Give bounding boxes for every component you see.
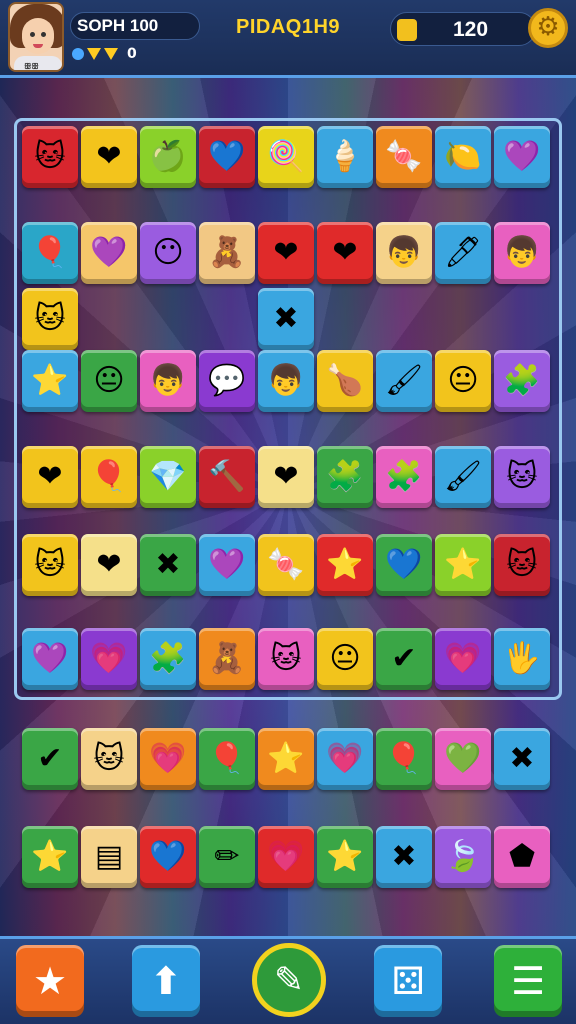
game-tile[interactable]: 💎 xyxy=(140,446,196,508)
game-tile[interactable]: 💚 xyxy=(435,728,491,790)
dice-button[interactable]: ⚄ xyxy=(374,945,442,1017)
game-tile[interactable]: ⭐ xyxy=(317,826,373,888)
game-tile[interactable]: ⬟ xyxy=(494,826,550,888)
avatar[interactable]: ꕥꕥ xyxy=(8,2,64,72)
star-button[interactable]: ★ xyxy=(16,945,84,1017)
game-tile[interactable]: 🧸 xyxy=(199,628,255,690)
game-tile[interactable]: 🍋 xyxy=(435,126,491,188)
game-tile[interactable]: 💗 xyxy=(317,728,373,790)
game-tile[interactable]: 🐱 xyxy=(81,728,137,790)
game-tile[interactable]: 😐 xyxy=(435,350,491,412)
coin-counter: 120 xyxy=(390,12,536,46)
arrow-up-button[interactable]: ⬆ xyxy=(132,945,200,1017)
game-tile[interactable]: 🧩 xyxy=(376,446,432,508)
game-tile[interactable]: 🍬 xyxy=(376,126,432,188)
game-tile[interactable]: 😐 xyxy=(81,350,137,412)
game-tile[interactable]: ❤ xyxy=(81,534,137,596)
game-tile[interactable]: 🍬 xyxy=(258,534,314,596)
game-tile[interactable]: ⭐ xyxy=(258,728,314,790)
game-tile[interactable]: 💬 xyxy=(199,350,255,412)
game-tile[interactable]: ✖ xyxy=(258,288,314,350)
game-tile[interactable]: 💗 xyxy=(81,628,137,690)
gem-count: 0 xyxy=(127,46,137,62)
game-tile[interactable]: 🧩 xyxy=(140,628,196,690)
game-tile[interactable]: 💗 xyxy=(140,728,196,790)
game-tile[interactable]: ❤ xyxy=(22,446,78,508)
game-title: PIDAQ1H9 xyxy=(236,16,341,38)
avatar-face xyxy=(22,18,54,54)
game-tile[interactable]: ✖ xyxy=(494,728,550,790)
game-tile[interactable]: 👦 xyxy=(376,222,432,284)
menu-button[interactable]: ☰ xyxy=(494,945,562,1017)
game-tile[interactable]: 👦 xyxy=(494,222,550,284)
game-tile[interactable]: 💜 xyxy=(22,628,78,690)
shuffle-button[interactable]: ✎ xyxy=(252,943,326,1017)
game-tile[interactable]: 🖌 xyxy=(376,350,432,412)
game-tile[interactable]: 🍭 xyxy=(258,126,314,188)
game-tile[interactable]: 👦 xyxy=(258,350,314,412)
game-tile[interactable]: 🎈 xyxy=(81,446,137,508)
game-tile[interactable]: 🍗 xyxy=(317,350,373,412)
game-tile[interactable]: ❤ xyxy=(317,222,373,284)
game-tile[interactable]: ✏ xyxy=(199,826,255,888)
top-bar: ꕥꕥ SOPH 100 0 PIDAQ1H9 120 ⚙ xyxy=(0,0,576,78)
gem-counter: 0 xyxy=(72,46,137,62)
coin-icon xyxy=(397,19,417,41)
game-tile[interactable]: 🐱 xyxy=(22,288,78,350)
game-tile[interactable]: ❤ xyxy=(258,446,314,508)
game-tile[interactable]: 🐱 xyxy=(22,126,78,188)
game-tile[interactable]: ⭐ xyxy=(435,534,491,596)
game-tile[interactable]: ▤ xyxy=(81,826,137,888)
game-tile[interactable]: 🖐 xyxy=(494,628,550,690)
avatar-eye-left xyxy=(30,32,35,37)
game-tile[interactable]: 🐱 xyxy=(494,534,550,596)
game-tile[interactable]: 😐 xyxy=(317,628,373,690)
game-tile[interactable]: 💙 xyxy=(199,126,255,188)
game-tile[interactable]: ✔ xyxy=(22,728,78,790)
game-tile[interactable]: 💜 xyxy=(81,222,137,284)
game-tile[interactable]: ❤ xyxy=(258,222,314,284)
gold-gem-icon xyxy=(87,48,101,60)
game-tile[interactable]: 🧩 xyxy=(494,350,550,412)
game-tile[interactable]: 🍏 xyxy=(140,126,196,188)
game-tile[interactable]: 🧩 xyxy=(317,446,373,508)
game-tile[interactable]: 🎈 xyxy=(22,222,78,284)
gold-gem-icon xyxy=(104,48,118,60)
game-tile[interactable]: 💜 xyxy=(199,534,255,596)
avatar-tag: ꕥꕥ xyxy=(24,62,39,71)
game-tile[interactable]: 🐱 xyxy=(494,446,550,508)
game-tile[interactable]: 🔨 xyxy=(199,446,255,508)
blue-gem-icon xyxy=(72,48,84,60)
game-tile[interactable]: ⭐ xyxy=(22,826,78,888)
game-tile[interactable]: 🎈 xyxy=(199,728,255,790)
gear-icon[interactable]: ⚙ xyxy=(528,8,568,48)
game-tile[interactable]: 👦 xyxy=(140,350,196,412)
game-tile[interactable]: 🖊 xyxy=(435,222,491,284)
bottom-toolbar: ★ ⬆ ✎ ⚄ ☰ xyxy=(0,936,576,1024)
player-name: SOPH 100 xyxy=(70,12,200,40)
game-tile[interactable]: 🎈 xyxy=(376,728,432,790)
avatar-eye-right xyxy=(41,32,46,37)
game-tile[interactable]: 💙 xyxy=(140,826,196,888)
game-tile[interactable]: 🍦 xyxy=(317,126,373,188)
game-tile[interactable]: ✖ xyxy=(140,534,196,596)
game-tile[interactable]: 🖌 xyxy=(435,446,491,508)
game-tile[interactable]: 🐱 xyxy=(258,628,314,690)
game-tile[interactable]: 💗 xyxy=(258,826,314,888)
game-tile[interactable]: 💜 xyxy=(494,126,550,188)
game-tile[interactable]: 🧸 xyxy=(199,222,255,284)
game-tile[interactable]: ✖ xyxy=(376,826,432,888)
game-tile[interactable]: 💗 xyxy=(435,628,491,690)
game-tile[interactable]: 💙 xyxy=(376,534,432,596)
game-tile[interactable]: ⭐ xyxy=(317,534,373,596)
game-tile[interactable]: 🐱 xyxy=(22,534,78,596)
game-tile[interactable]: ❤ xyxy=(81,126,137,188)
game-tile[interactable]: ✔ xyxy=(376,628,432,690)
game-tile[interactable]: ⭐ xyxy=(22,350,78,412)
game-tile[interactable]: 🍃 xyxy=(435,826,491,888)
coin-value: 120 xyxy=(453,18,489,41)
game-tile[interactable]: 😶 xyxy=(140,222,196,284)
